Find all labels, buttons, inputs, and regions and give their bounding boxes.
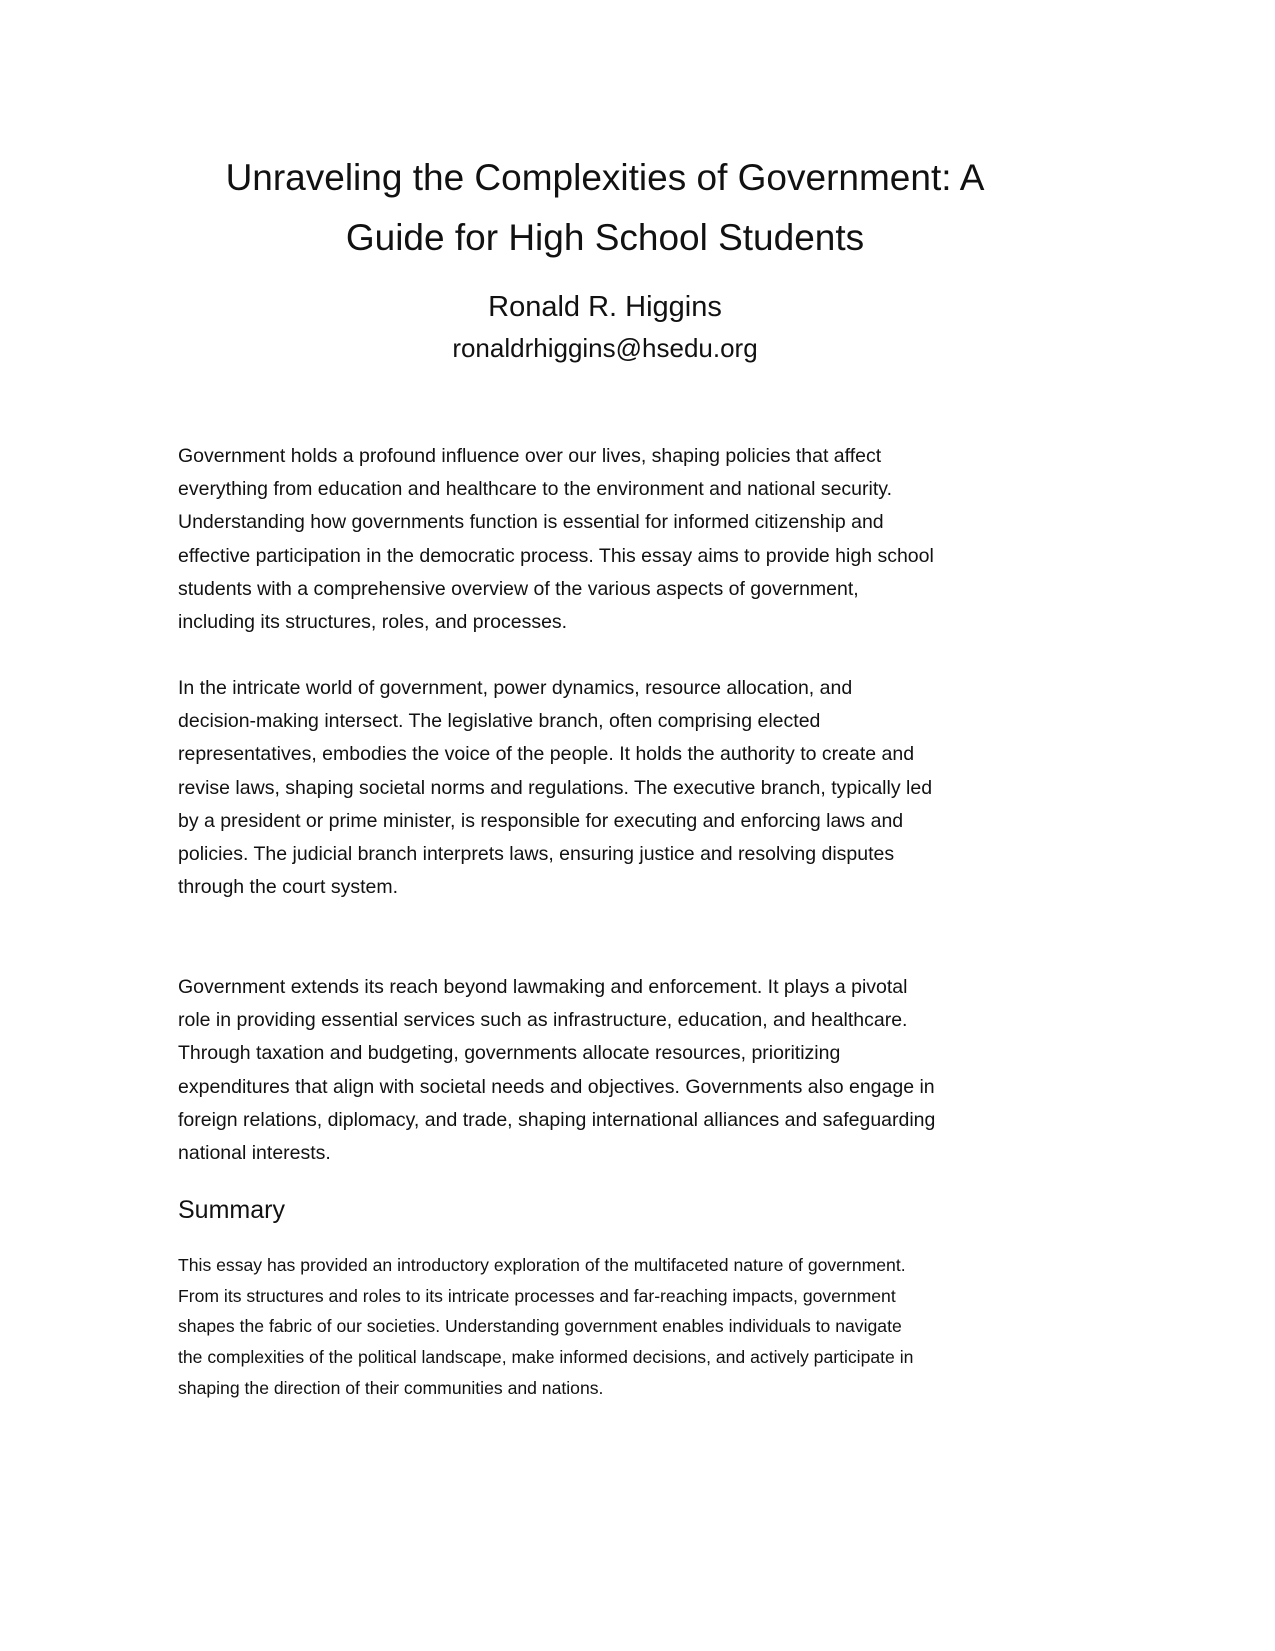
summary-heading: Summary xyxy=(178,1196,285,1224)
text-line: representatives, embodies the voice of t… xyxy=(178,743,915,766)
text-line: Government holds a profound influence ov… xyxy=(178,445,882,467)
text-line: role in providing essential services suc… xyxy=(178,1009,908,1032)
text-line: Through taxation and budgeting, governme… xyxy=(178,1042,841,1065)
text-line: From its structures and roles to its int… xyxy=(178,1285,896,1306)
text-line: the complexities of the political landsc… xyxy=(178,1347,914,1368)
author-name: Ronald R. Higgins xyxy=(488,291,722,323)
text-line: Understanding how governments function i… xyxy=(178,511,884,534)
text-line: including its structures, roles, and pro… xyxy=(178,611,568,634)
text-line: revise laws, shaping societal norms and … xyxy=(178,776,933,799)
text-line: effective participation in the democrati… xyxy=(178,544,934,567)
text-line: This essay has provided an introductory … xyxy=(178,1255,906,1275)
text-line: expenditures that align with societal ne… xyxy=(178,1075,935,1098)
paragraph-intro: Government holds a profound influence ov… xyxy=(178,440,934,639)
text-line: decision-making intersect. The legislati… xyxy=(178,710,821,733)
author-email: ronaldrhiggins@hsedu.org xyxy=(452,333,758,363)
text-line: shapes the fabric of our societies. Unde… xyxy=(178,1316,902,1337)
text-line: policies. The judicial branch interprets… xyxy=(178,843,895,866)
text-line: through the court system. xyxy=(178,876,399,899)
text-line: students with a comprehensive overview o… xyxy=(178,577,859,600)
text-line: by a president or prime minister, is res… xyxy=(178,809,904,832)
paragraph-branches: In the intricate world of government, po… xyxy=(178,672,932,904)
text-line: In the intricate world of government, po… xyxy=(178,677,853,699)
text-line: foreign relations, diplomacy, and trade,… xyxy=(178,1108,936,1131)
text-line: Unraveling the Complexities of Governmen… xyxy=(225,157,985,198)
text-line: Government extends its reach beyond lawm… xyxy=(178,976,908,998)
text-line: national interests. xyxy=(178,1142,331,1165)
document-title: Unraveling the Complexities of Governmen… xyxy=(0,148,1210,268)
text-line: everything from education and healthcare… xyxy=(178,478,892,501)
paragraph-services: Government extends its reach beyond lawm… xyxy=(178,971,935,1170)
summary-paragraph: This essay has provided an introductory … xyxy=(178,1250,913,1404)
text-line: shaping the direction of their communiti… xyxy=(178,1377,604,1398)
text-line: Guide for High School Students xyxy=(345,217,865,258)
